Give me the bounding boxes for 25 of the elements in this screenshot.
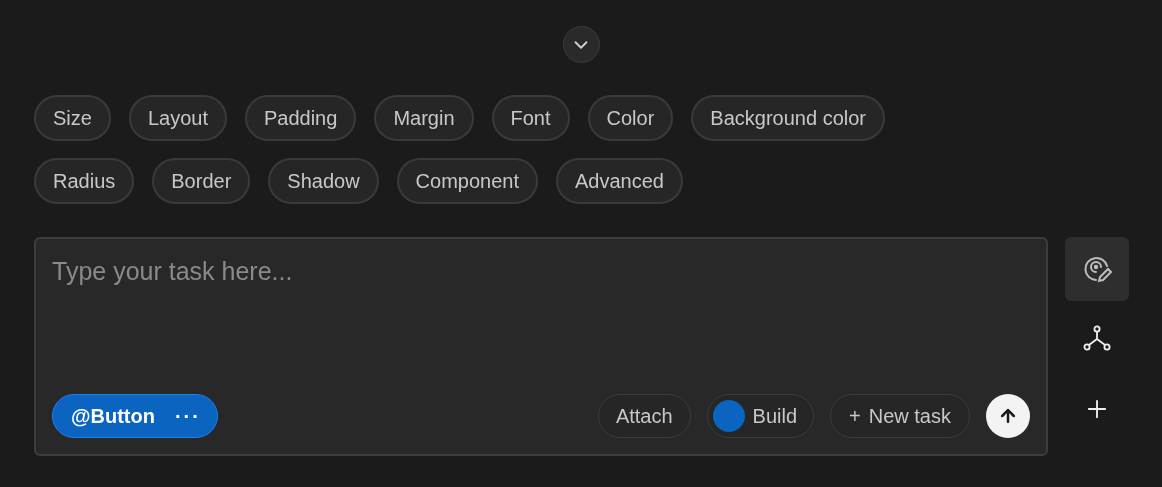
- plus-sign: +: [849, 404, 861, 429]
- property-chip[interactable]: Advanced: [556, 158, 683, 204]
- tool-button[interactable]: [1065, 237, 1129, 301]
- context-tag[interactable]: @Button ···: [52, 394, 218, 438]
- tag-label: @Button: [71, 404, 155, 429]
- property-chip[interactable]: Padding: [244, 95, 357, 141]
- build-label: Build: [752, 404, 798, 429]
- property-chip[interactable]: Margin: [374, 95, 474, 141]
- attach-button[interactable]: Attach: [597, 394, 691, 438]
- property-chip[interactable]: Color: [587, 95, 674, 141]
- property-chip[interactable]: Component: [396, 158, 538, 204]
- property-chip[interactable]: Background color: [691, 95, 885, 141]
- collapse-button[interactable]: [562, 26, 600, 63]
- property-chip[interactable]: Layout: [128, 95, 227, 141]
- property-chip[interactable]: Border: [152, 158, 251, 204]
- build-toggle[interactable]: Build: [706, 394, 815, 438]
- new-task-label: New task: [868, 404, 951, 429]
- new-task-button[interactable]: + New task: [830, 394, 970, 438]
- property-chip[interactable]: Size: [34, 95, 111, 141]
- property-chip[interactable]: Shadow: [268, 158, 379, 204]
- property-chip[interactable]: Font: [491, 95, 570, 141]
- more-button[interactable]: ···: [174, 401, 201, 431]
- task-input[interactable]: Type your task here... @Button ··· Attach Build + New task: [34, 237, 1048, 456]
- property-chip[interactable]: Radius: [34, 158, 135, 204]
- send-button[interactable]: [986, 394, 1030, 438]
